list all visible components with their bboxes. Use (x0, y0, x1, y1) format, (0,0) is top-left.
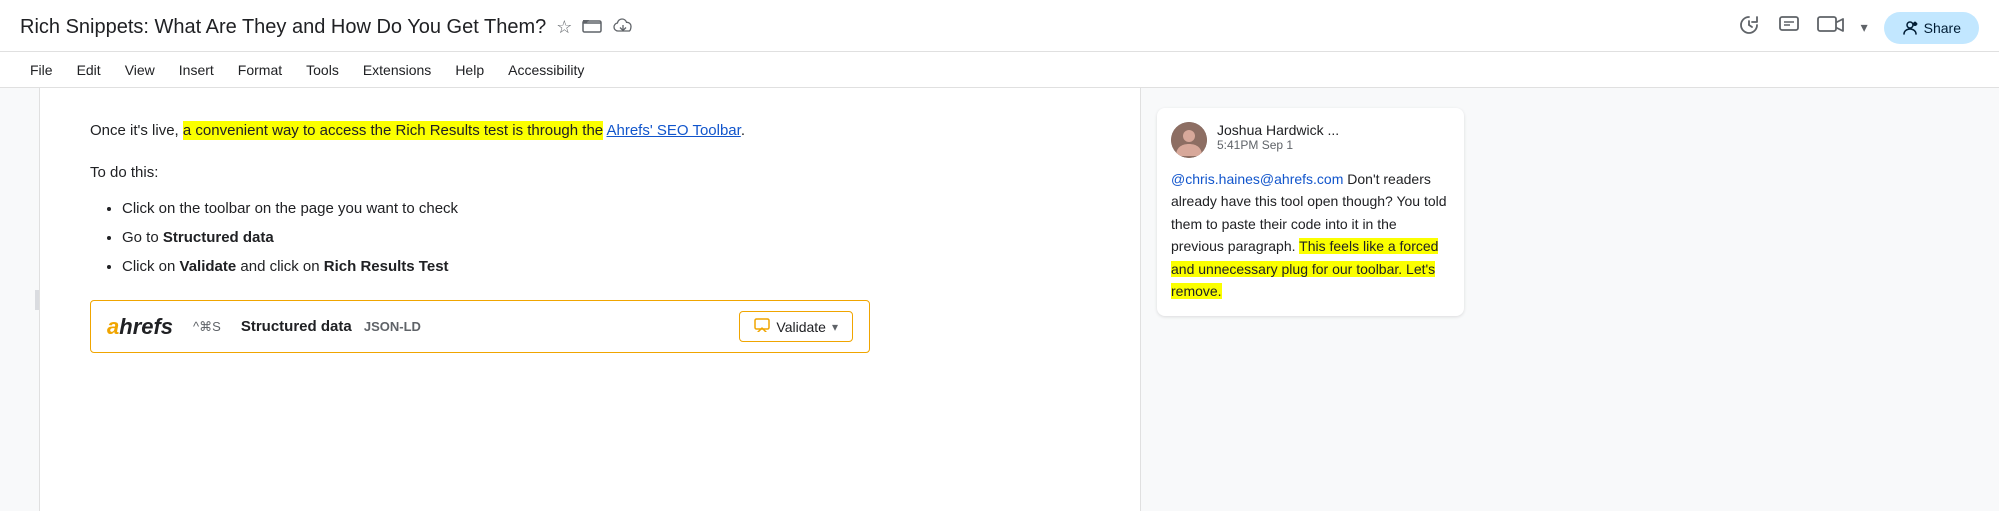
menu-help[interactable]: Help (445, 58, 494, 82)
ahrefs-link[interactable]: Ahrefs' SEO Toolbar (606, 122, 740, 139)
comment-body: @chris.haines@ahrefs.com Don't readers a… (1171, 168, 1450, 302)
highlighted-text: a convenient way to access the Rich Resu… (183, 121, 603, 140)
doc-content: Once it's live, a convenient way to acce… (40, 88, 1140, 511)
main-area: Once it's live, a convenient way to acce… (0, 88, 1999, 511)
menu-tools[interactable]: Tools (296, 58, 349, 82)
structured-data-bold: Structured data (163, 229, 274, 246)
validate-bold: Validate (180, 258, 237, 275)
bullet-list: Click on the toolbar on the page you wan… (90, 195, 1080, 280)
title-right: ▾ Share (1737, 12, 1979, 44)
comment-icon[interactable] (1777, 13, 1801, 43)
plugin-logo: ahrefs (107, 314, 173, 340)
comment-header: Joshua Hardwick ... 5:41PM Sep 1 (1171, 122, 1450, 158)
camera-icon[interactable] (1817, 14, 1845, 42)
validate-button[interactable]: Validate ▾ (739, 311, 853, 342)
intro-paragraph: Once it's live, a convenient way to acce… (90, 118, 1080, 144)
comment-mention[interactable]: @chris.haines@ahrefs.com (1171, 171, 1343, 187)
title-left: Rich Snippets: What Are They and How Do … (20, 16, 634, 39)
menu-edit[interactable]: Edit (67, 58, 111, 82)
bullet-item-2: Go to Structured data (122, 224, 1080, 251)
menu-accessibility[interactable]: Accessibility (498, 58, 594, 82)
folder-icon[interactable] (582, 17, 602, 38)
title-bar: Rich Snippets: What Are They and How Do … (0, 0, 1999, 52)
share-button[interactable]: Share (1884, 12, 1979, 44)
menu-file[interactable]: File (20, 58, 63, 82)
doc-title: Rich Snippets: What Are They and How Do … (20, 16, 546, 39)
menu-view[interactable]: View (115, 58, 165, 82)
menu-extensions[interactable]: Extensions (353, 58, 441, 82)
share-label: Share (1924, 20, 1961, 36)
to-do-label: To do this: (90, 160, 1080, 186)
star-icon[interactable]: ☆ (556, 17, 572, 38)
avatar (1171, 122, 1207, 158)
comment-card: Joshua Hardwick ... 5:41PM Sep 1 @chris.… (1157, 108, 1464, 316)
margin-indicator (35, 290, 39, 310)
comment-time: 5:41PM Sep 1 (1217, 138, 1339, 152)
dropdown-arrow-icon[interactable]: ▾ (1861, 19, 1868, 36)
validate-dropdown-icon[interactable]: ▾ (832, 320, 838, 334)
bullet-item-1: Click on the toolbar on the page you wan… (122, 195, 1080, 222)
menu-bar: File Edit View Insert Format Tools Exten… (0, 52, 1999, 88)
plugin-subtitle: JSON-LD (364, 319, 421, 334)
plugin-box: ahrefs ^⌘S Structured data JSON-LD Valid… (90, 300, 870, 353)
bullet-item-3: Click on Validate and click on Rich Resu… (122, 253, 1080, 280)
avatar-image (1171, 122, 1207, 158)
history-icon[interactable] (1737, 13, 1761, 43)
menu-format[interactable]: Format (228, 58, 292, 82)
plugin-title: Structured data JSON-LD (241, 318, 720, 335)
rich-results-bold: Rich Results Test (324, 258, 449, 275)
menu-insert[interactable]: Insert (169, 58, 224, 82)
left-margin (0, 88, 40, 511)
comment-meta: Joshua Hardwick ... 5:41PM Sep 1 (1217, 122, 1339, 152)
validate-icon (754, 318, 770, 335)
plugin-shortcut: ^⌘S (193, 319, 221, 335)
cloud-icon[interactable] (612, 17, 634, 38)
validate-label: Validate (776, 319, 826, 335)
title-icons: ☆ (556, 17, 634, 38)
right-panel: Joshua Hardwick ... 5:41PM Sep 1 @chris.… (1140, 88, 1480, 511)
commenter-name: Joshua Hardwick ... (1217, 122, 1339, 138)
